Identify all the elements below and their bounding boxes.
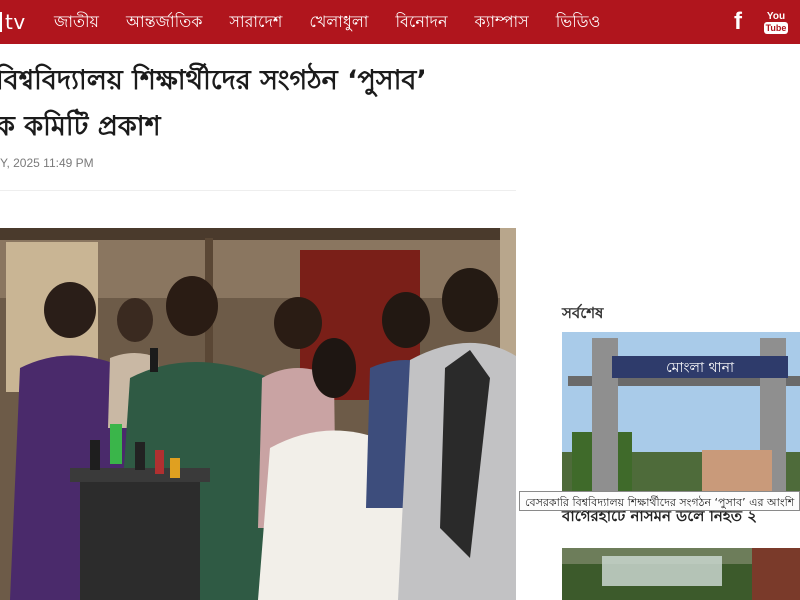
link-tooltip: বেসরকারি বিশ্ববিদ্যালয় শিক্ষার্থীদের সং… — [519, 491, 800, 511]
logo-text: tv — [5, 10, 26, 34]
publish-date: Y, 2025 11:49 PM — [0, 156, 94, 170]
article-photo — [0, 228, 516, 600]
article-headline: বিশ্ববিদ্যালয় শিক্ষার্থীদের সংগঠন ‘পুসা… — [0, 58, 516, 150]
youtube-you-text: You — [766, 10, 786, 22]
nav-item-video[interactable]: ভিডিও — [556, 9, 601, 36]
latest-news-thumbnail-1[interactable]: মোংলা থানা — [562, 332, 800, 492]
nav-item-entertainment[interactable]: বিনোদন — [395, 9, 447, 36]
main-nav: জাতীয় আন্তর্জাতিক সারাদেশ খেলাধুলা বিনো… — [54, 0, 627, 44]
top-navigation-bar: tv জাতীয় আন্তর্জাতিক সারাদেশ খেলাধুলা ব… — [0, 0, 800, 44]
latest-news-thumbnail-2[interactable] — [562, 548, 800, 600]
nav-item-international[interactable]: আন্তর্জাতিক — [126, 9, 202, 36]
police-station-sign-text: মোংলা থানা — [666, 360, 735, 376]
headline-line-2: ক কমিটি প্রকাশ — [0, 111, 161, 142]
headline-line-1: বিশ্ববিদ্যালয় শিক্ষার্থীদের সংগঠন ‘পুসা… — [0, 65, 427, 96]
youtube-icon[interactable]: You Tube — [763, 10, 789, 34]
divider — [0, 190, 516, 191]
logo-divider — [0, 12, 2, 32]
nav-item-campus[interactable]: ক্যাম্পাস — [475, 9, 529, 36]
nav-item-countrywide[interactable]: সারাদেশ — [229, 9, 282, 36]
nav-item-national[interactable]: জাতীয় — [54, 9, 99, 36]
nav-item-sports[interactable]: খেলাধুলা — [309, 9, 368, 36]
latest-section-title: সর্বশেষ — [562, 304, 604, 322]
youtube-tube-text: Tube — [763, 21, 789, 34]
social-links: f You Tube — [734, 8, 789, 36]
facebook-icon[interactable]: f — [734, 8, 742, 36]
site-logo[interactable]: tv — [0, 8, 26, 36]
